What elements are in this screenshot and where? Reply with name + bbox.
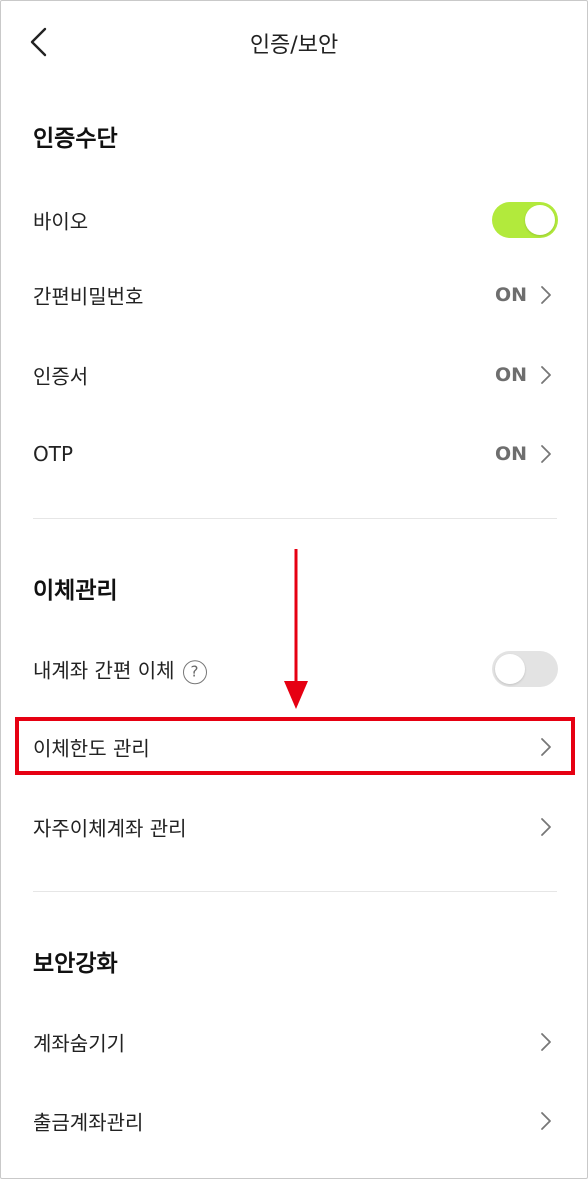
chevron-right-icon xyxy=(541,1112,551,1130)
screen-frame: 인증/보안 인증수단 바이오 간편비밀번호 ON 인증서 ON OTP ON 이… xyxy=(0,0,588,1179)
own-account-transfer-toggle[interactable] xyxy=(492,651,558,687)
row-withdraw-accounts-label: 출금계좌관리 xyxy=(33,1110,144,1135)
section-title-security: 보안강화 xyxy=(33,951,118,977)
chevron-right-icon xyxy=(541,286,551,304)
row-certificate[interactable]: 인증서 ON xyxy=(1,340,587,410)
chevron-right-icon xyxy=(541,445,551,463)
own-account-transfer-text: 내계좌 간편 이체 xyxy=(33,658,175,683)
row-frequent-accounts-label: 자주이체계좌 관리 xyxy=(33,816,187,841)
row-own-account-transfer-label: 내계좌 간편 이체? xyxy=(33,654,207,684)
row-simple-password-status: ON xyxy=(494,284,527,306)
chevron-right-icon xyxy=(541,1033,551,1051)
row-bio: 바이오 xyxy=(1,185,587,255)
row-own-account-transfer: 내계좌 간편 이체? xyxy=(1,634,587,704)
section-title-transfer: 이체관리 xyxy=(33,578,118,604)
section-title-auth: 인증수단 xyxy=(33,126,118,152)
row-hide-accounts-label: 계좌숨기기 xyxy=(33,1031,125,1056)
section-divider xyxy=(33,518,557,519)
row-frequent-accounts[interactable]: 자주이체계좌 관리 xyxy=(1,792,587,862)
header: 인증/보안 xyxy=(1,1,587,85)
toggle-knob xyxy=(525,205,555,235)
row-otp-status: ON xyxy=(494,443,527,465)
help-icon[interactable]: ? xyxy=(182,659,207,684)
row-otp[interactable]: OTP ON xyxy=(1,419,587,489)
row-hide-accounts[interactable]: 계좌숨기기 xyxy=(1,1007,587,1077)
row-transfer-limit[interactable]: 이체한도 관리 xyxy=(1,712,587,782)
row-certificate-status: ON xyxy=(494,364,527,386)
page-title: 인증/보안 xyxy=(249,33,339,58)
bio-toggle[interactable] xyxy=(492,202,558,238)
row-transfer-limit-label: 이체한도 관리 xyxy=(33,736,150,761)
row-simple-password-label: 간편비밀번호 xyxy=(33,284,144,309)
chevron-right-icon xyxy=(541,818,551,836)
chevron-right-icon xyxy=(541,366,551,384)
row-bio-label: 바이오 xyxy=(33,209,89,234)
chevron-right-icon xyxy=(541,738,551,756)
row-simple-password[interactable]: 간편비밀번호 ON xyxy=(1,260,587,330)
toggle-knob xyxy=(495,654,525,684)
section-divider xyxy=(33,891,557,892)
row-certificate-label: 인증서 xyxy=(33,364,89,389)
row-otp-label: OTP xyxy=(33,442,74,466)
row-withdraw-accounts[interactable]: 출금계좌관리 xyxy=(1,1086,587,1156)
